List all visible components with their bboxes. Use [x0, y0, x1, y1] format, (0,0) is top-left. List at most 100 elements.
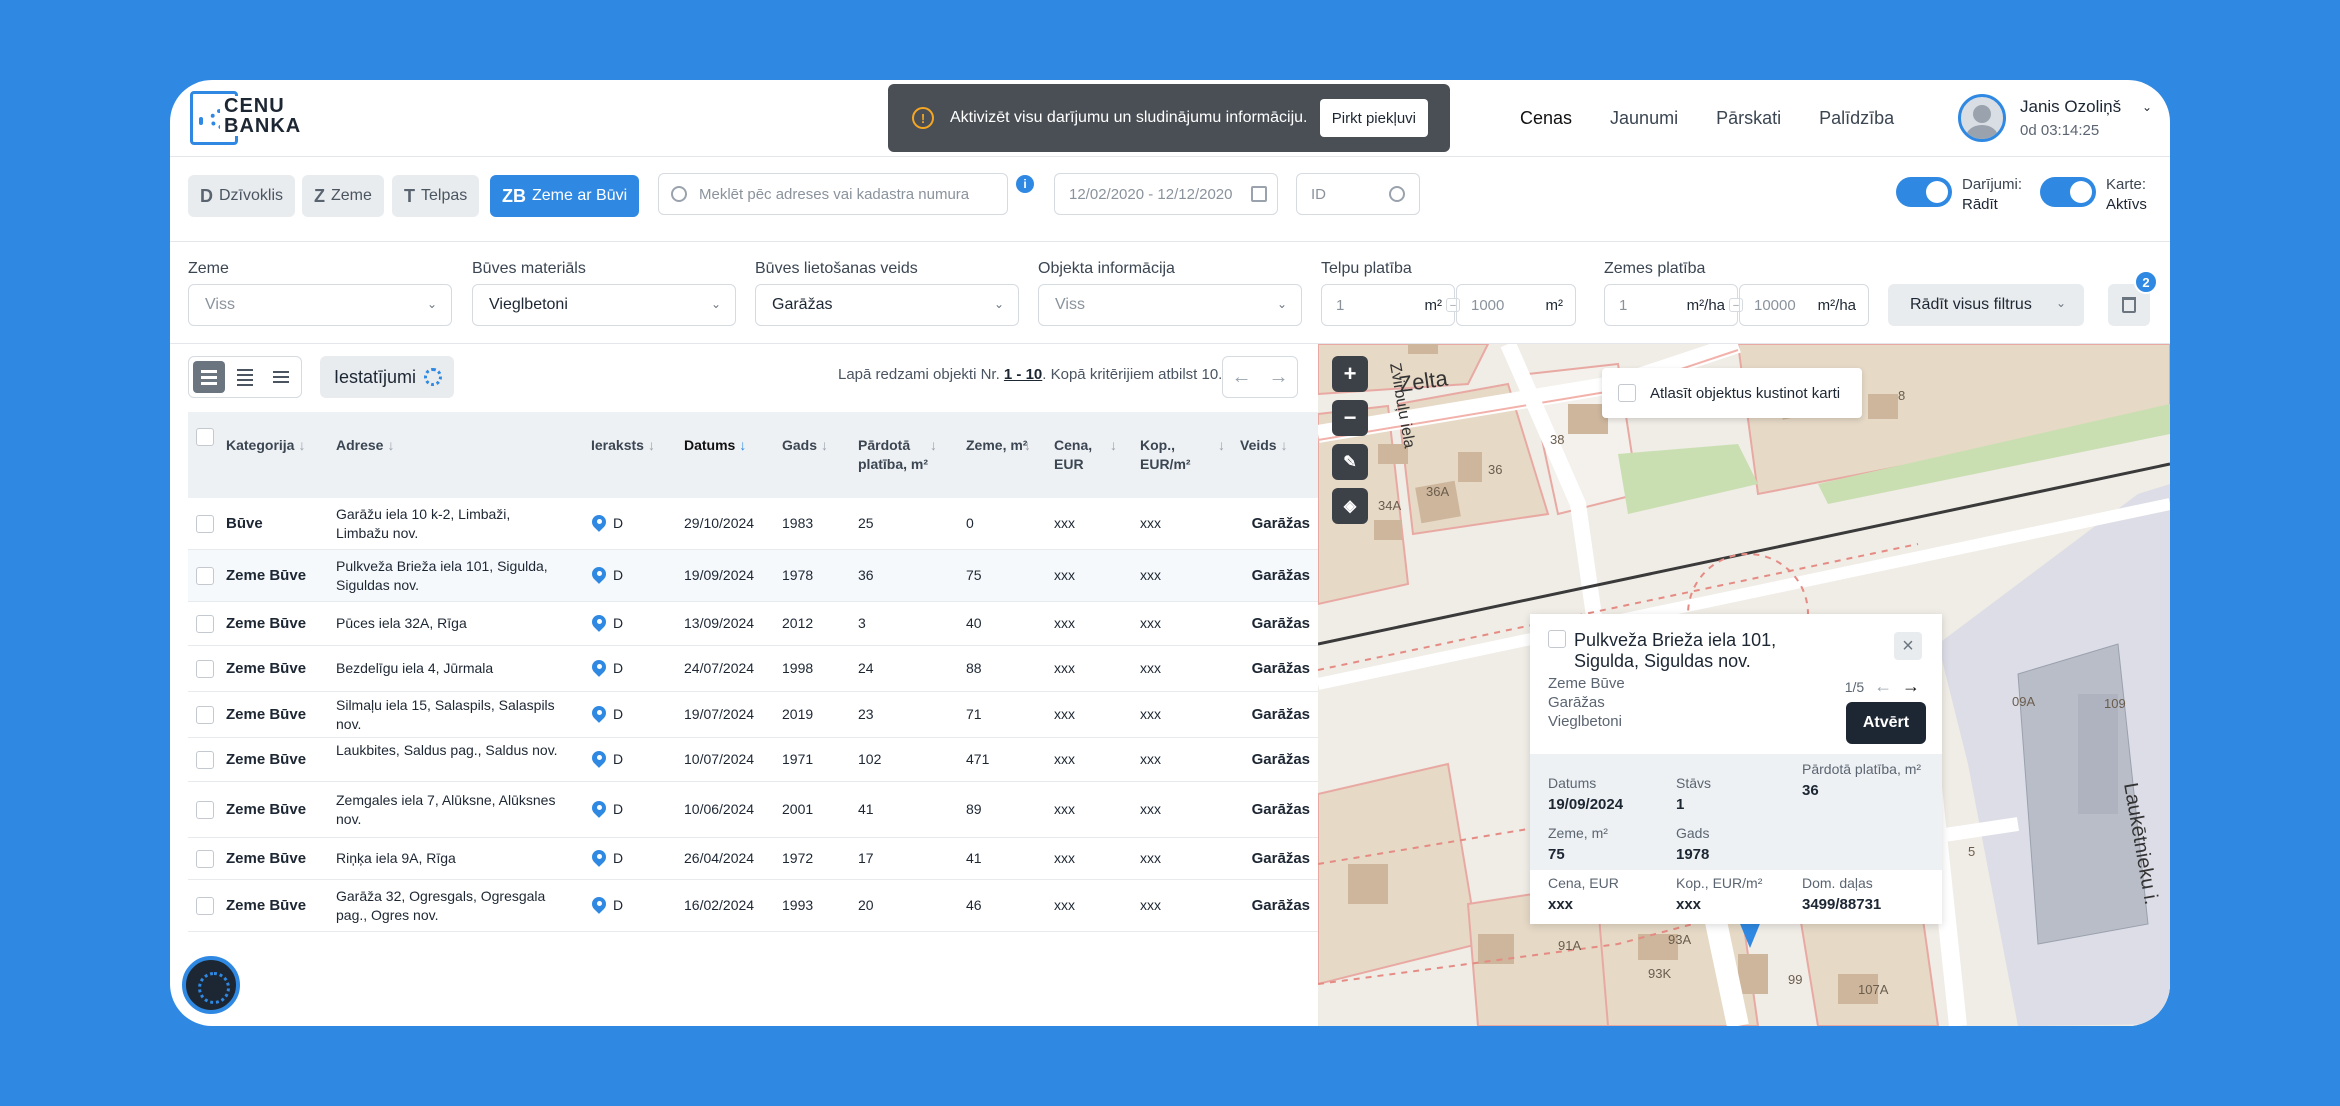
col-adrese[interactable]: Adrese ↓	[336, 436, 394, 455]
land-min-input[interactable]: 1 m²/ha	[1604, 284, 1738, 326]
col-datums[interactable]: Datums ↓	[684, 436, 746, 455]
cell-date: 10/06/2024	[684, 801, 755, 817]
map-pin-icon[interactable]	[592, 567, 606, 585]
table-row[interactable]: Būve Garāžu iela 10 k-2, Limbaži, Limbažu…	[188, 498, 1320, 550]
map-pin-icon[interactable]	[592, 706, 606, 724]
sort-arrow-icon[interactable]: ↓	[1024, 436, 1031, 455]
col-ieraksts[interactable]: Ieraksts ↓	[591, 436, 655, 455]
filter-zeme-select[interactable]: Viss ⌄	[188, 284, 452, 326]
view-grid-button[interactable]	[193, 361, 225, 393]
cell-year: 1971	[782, 751, 814, 767]
deals-toggle[interactable]	[1896, 177, 1952, 207]
info-icon[interactable]: i	[1016, 175, 1034, 193]
table-row[interactable]: Zeme Būve Riņķa iela 9A, Rīga D 26/04/2024 1…	[188, 838, 1320, 880]
table-row[interactable]: Zeme Būve Pūces iela 32A, Rīga D 13/09/2024…	[188, 602, 1320, 646]
popup-select-checkbox[interactable]	[1548, 630, 1566, 648]
view-compact-button[interactable]	[265, 361, 297, 393]
col-cena[interactable]: Cena, EUR	[1054, 436, 1106, 474]
cell-land-area: 471	[966, 751, 990, 767]
nav-item-cenas[interactable]: Cenas	[1520, 108, 1572, 129]
map-pin-icon[interactable]	[592, 751, 606, 769]
space-max-input[interactable]: 1000 m²	[1456, 284, 1576, 326]
table-row[interactable]: Zeme Būve Garāža 32, Ogresgals, Ogresgala…	[188, 880, 1320, 932]
map[interactable]: Zelta Zvirbuļu iela 36 36A 34A 38 6 8 10…	[1318, 344, 2170, 1026]
user-menu[interactable]: Janis Ozoliņš 0d 03:14:25 ⌄	[1958, 94, 2158, 144]
row-checkbox[interactable]	[196, 515, 214, 533]
map-pin-icon[interactable]	[592, 660, 606, 678]
next-icon[interactable]: →	[1902, 676, 1920, 696]
cell-record: D	[613, 706, 624, 722]
move-search-checkbox[interactable]	[1618, 384, 1636, 402]
nav-item-jaunumi[interactable]: Jaunumi	[1610, 108, 1678, 129]
filter-material-select[interactable]: Vieglbetoni ⌄	[472, 284, 736, 326]
cell-price: xxx	[1054, 706, 1075, 722]
id-search-input[interactable]: ID	[1296, 173, 1420, 215]
type-zeme-button[interactable]: Z Zeme	[302, 175, 384, 217]
table-row[interactable]: Zeme Būve Pulkveža Brieža iela 101, Sigul…	[188, 550, 1320, 602]
zoom-out-button[interactable]: −	[1332, 400, 1368, 436]
row-checkbox[interactable]	[196, 615, 214, 633]
trash-icon	[2122, 297, 2136, 313]
prev-icon[interactable]: ←	[1874, 676, 1892, 696]
table-row[interactable]: Zeme Būve Bezdelīgu iela 4, Jūrmala D 24/07…	[188, 646, 1320, 692]
prev-page-icon[interactable]: ←	[1232, 366, 1252, 389]
map-pin-icon[interactable]	[592, 850, 606, 868]
col-veids[interactable]: Veids ↓	[1240, 436, 1288, 455]
space-min-input[interactable]: 1 m²	[1321, 284, 1455, 326]
cell-price: xxx	[1054, 515, 1075, 531]
buy-access-button[interactable]: Pirkt piekļuvi	[1319, 99, 1428, 137]
row-checkbox[interactable]	[196, 801, 214, 819]
draw-area-button[interactable]: ✎	[1332, 444, 1368, 480]
table-row[interactable]: Zeme Būve Laukbites, Saldus pag., Saldus …	[188, 738, 1320, 782]
col-kategorija[interactable]: Kategorija ↓	[226, 436, 305, 455]
next-page-icon[interactable]: →	[1269, 366, 1289, 389]
row-checkbox[interactable]	[196, 567, 214, 585]
cookie-settings-button[interactable]	[182, 956, 240, 1014]
table-row[interactable]: Zeme Būve Zemgales iela 7, Alūksne, Alūks…	[188, 782, 1320, 838]
close-icon[interactable]: ×	[1894, 632, 1922, 660]
map-pin-icon[interactable]	[592, 897, 606, 915]
type-dzivoklis-button[interactable]: D Dzīvoklis	[188, 175, 296, 217]
settings-button[interactable]: Iestatījumi	[320, 356, 454, 398]
map-toggle[interactable]	[2040, 177, 2096, 207]
map-popup: Pulkveža Brieža iela 101, Sigulda, Sigul…	[1530, 614, 1942, 924]
cell-date: 29/10/2024	[684, 515, 755, 531]
filter-object-select[interactable]: Viss ⌄	[1038, 284, 1302, 326]
search-input[interactable]: Meklēt pēc adreses vai kadastra numura	[658, 173, 1008, 215]
sort-arrow-icon[interactable]: ↓	[930, 436, 937, 455]
cell-date: 13/09/2024	[684, 615, 755, 631]
view-list-button[interactable]	[229, 361, 261, 393]
logo[interactable]: CENU BANKA	[190, 90, 310, 145]
filter-usage-select[interactable]: Garāžas ⌄	[755, 284, 1019, 326]
cell-sold-area: 17	[858, 850, 874, 866]
row-checkbox[interactable]	[196, 897, 214, 915]
row-checkbox[interactable]	[196, 850, 214, 868]
clear-filters-button[interactable]: 2	[2108, 270, 2158, 326]
col-gads[interactable]: Gads ↓	[782, 436, 828, 455]
type-telpas-button[interactable]: T Telpas	[392, 175, 480, 217]
date-range-input[interactable]: 12/02/2020 - 12/12/2020	[1054, 173, 1278, 215]
nav-item-palidziba[interactable]: Palīdzība	[1819, 108, 1894, 129]
nav-item-parskati[interactable]: Pārskati	[1716, 108, 1781, 129]
row-checkbox[interactable]	[196, 706, 214, 724]
land-max-input[interactable]: 10000 m²/ha	[1739, 284, 1869, 326]
select-all-checkbox[interactable]	[196, 428, 214, 446]
sort-arrow-icon[interactable]: ↓	[1110, 436, 1117, 455]
move-search-option[interactable]: Atlasīt objektus kustinot karti	[1602, 368, 1862, 418]
sort-arrow-icon[interactable]: ↓	[1218, 436, 1225, 455]
map-pin-icon[interactable]	[592, 615, 606, 633]
col-kop[interactable]: Kop., EUR/m²	[1140, 436, 1216, 474]
map-pin-icon[interactable]	[592, 515, 606, 533]
map-pin-icon[interactable]	[592, 801, 606, 819]
layers-button[interactable]: ◈	[1332, 488, 1368, 524]
zoom-in-button[interactable]: +	[1332, 356, 1368, 392]
cell-category: Zeme Būve	[226, 615, 307, 632]
svg-text:09A: 09A	[2012, 694, 2035, 709]
row-checkbox[interactable]	[196, 660, 214, 678]
table-row[interactable]: Zeme Būve Silmaļu iela 15, Salaspils, Sal…	[188, 692, 1320, 738]
cell-year: 1972	[782, 850, 814, 866]
open-button[interactable]: Atvērt	[1846, 702, 1926, 744]
type-zeme-ar-buvi-button[interactable]: ZB Zeme ar Būvi	[490, 175, 640, 217]
row-checkbox[interactable]	[196, 751, 214, 769]
show-all-filters-button[interactable]: Rādīt visus filtrus ⌄	[1888, 284, 2084, 326]
